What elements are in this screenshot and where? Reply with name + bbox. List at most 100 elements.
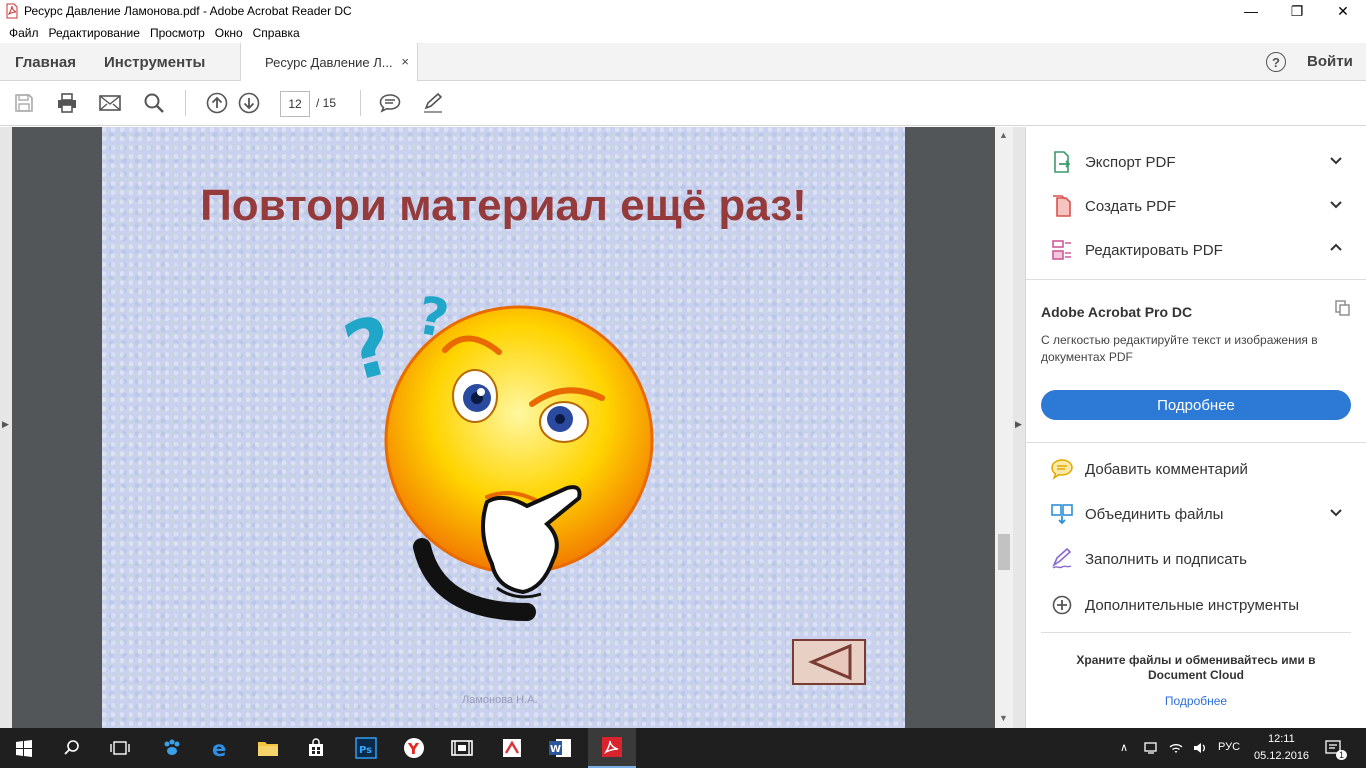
notification-count-badge: 1	[1336, 750, 1348, 760]
toolbar-divider	[185, 90, 186, 116]
chevron-up-icon	[1330, 243, 1342, 251]
chevron-down-icon	[1330, 509, 1342, 517]
back-slide-button[interactable]	[792, 639, 866, 685]
taskbar-app-yandex[interactable]: Y	[390, 728, 438, 768]
left-panel-toggle[interactable]: ▶	[0, 127, 12, 728]
copy-icon[interactable]	[1334, 299, 1352, 317]
thinking-smiley-image: ? ?	[335, 292, 654, 621]
menu-help[interactable]: Справка	[248, 26, 305, 40]
close-tab-icon[interactable]: ×	[401, 54, 409, 69]
start-button[interactable]	[0, 728, 48, 768]
taskbar-app-word[interactable]: W	[536, 728, 584, 768]
more-tools-icon	[1052, 595, 1072, 615]
language-indicator[interactable]: РУС	[1218, 741, 1240, 753]
minimize-button[interactable]: —	[1228, 0, 1274, 22]
nav-bar: Главная Инструменты Ресурс Давление Л...…	[0, 43, 1366, 81]
search-icon[interactable]	[142, 91, 166, 115]
task-view-button[interactable]	[96, 728, 144, 768]
tool-more-tools[interactable]: Дополнительные инструменты	[1026, 585, 1366, 625]
doc-tab-label: Ресурс Давление Л...	[265, 54, 393, 70]
previous-page-icon[interactable]	[205, 91, 229, 115]
pdf-page: Повтори материал ещё раз! ? ? Ламонова Н…	[102, 127, 905, 728]
tool-add-comment[interactable]: Добавить комментарий	[1026, 449, 1366, 489]
menu-bar: Файл Редактирование Просмотр Окно Справк…	[0, 22, 1366, 43]
clock-date[interactable]: 05.12.2016	[1254, 750, 1309, 762]
windows-icon	[16, 740, 32, 757]
svg-text:Y: Y	[407, 740, 420, 758]
combine-files-icon	[1051, 504, 1073, 525]
page-number-input[interactable]: 12	[280, 91, 310, 117]
tool-label: Добавить комментарий	[1085, 461, 1248, 478]
right-panel-toggle[interactable]: ▶	[1013, 127, 1026, 728]
taskbar-app-edge[interactable]: e	[196, 728, 244, 768]
promo-text: С легкостью редактируйте текст и изображ…	[1041, 333, 1318, 364]
comment-icon	[1051, 459, 1073, 480]
acrobat-icon	[602, 737, 622, 757]
panel-divider	[1026, 442, 1366, 443]
help-icon[interactable]: ?	[1266, 52, 1286, 72]
print-icon[interactable]	[55, 91, 79, 115]
tool-export-pdf[interactable]: Экспорт PDF	[1026, 142, 1366, 182]
promo-title: Adobe Acrobat Pro DC	[1041, 304, 1193, 320]
svg-text:W: W	[550, 744, 561, 755]
chevron-down-icon	[1330, 157, 1342, 165]
chevron-right-icon: ▶	[1015, 419, 1022, 429]
tool-label: Редактировать PDF	[1085, 242, 1223, 259]
edge-icon: e	[212, 737, 226, 759]
menu-file[interactable]: Файл	[4, 26, 44, 40]
taskbar-app-acrobat[interactable]	[588, 728, 636, 768]
wifi-icon[interactable]	[1168, 740, 1184, 756]
signin-button[interactable]: Войти	[1307, 53, 1353, 70]
chevron-down-icon	[1330, 201, 1342, 209]
paw-icon	[164, 739, 180, 755]
taskbar-app-paw[interactable]	[148, 728, 196, 768]
svg-text:Ps: Ps	[359, 745, 372, 756]
search-icon	[64, 740, 79, 755]
window-title: Ресурс Давление Ламонова.pdf - Adobe Acr…	[24, 4, 352, 18]
taskbar-app-store[interactable]	[292, 728, 340, 768]
next-page-icon[interactable]	[237, 91, 261, 115]
clock-time[interactable]: 12:11	[1268, 733, 1295, 745]
taskbar-app-photoshop[interactable]: Ps	[342, 728, 390, 768]
window-controls: — ❐ ✕	[1228, 0, 1366, 22]
tab-document[interactable]: Ресурс Давление Л... ×	[240, 43, 418, 81]
scroll-up-icon[interactable]: ▲	[999, 130, 1008, 140]
triangle-left-icon	[808, 643, 852, 681]
tab-tools[interactable]: Инструменты	[104, 43, 205, 81]
learn-more-button[interactable]: Подробнее	[1041, 390, 1351, 420]
volume-icon[interactable]	[1192, 740, 1208, 756]
comment-tool-icon[interactable]	[378, 91, 402, 115]
scrollbar-thumb[interactable]	[998, 534, 1010, 570]
tool-fill-sign[interactable]: Заполнить и подписать	[1026, 539, 1366, 579]
scroll-down-icon[interactable]: ▼	[999, 713, 1008, 723]
close-window-button[interactable]: ✕	[1320, 0, 1366, 22]
taskbar: e Ps Y W ∧ РУС 12:11 05.12.2016 1	[0, 728, 1366, 768]
maximize-button[interactable]: ❐	[1274, 0, 1320, 22]
network-icon[interactable]	[1144, 741, 1160, 755]
taskbar-app-explorer[interactable]	[244, 728, 292, 768]
tool-edit-pdf[interactable]: Редактировать PDF	[1026, 230, 1366, 270]
taskbar-app-video[interactable]	[438, 728, 486, 768]
task-view-icon	[110, 741, 130, 755]
video-editor-icon	[451, 740, 473, 756]
menu-edit[interactable]: Редактирование	[44, 26, 145, 40]
vertical-scrollbar[interactable]: ▲ ▼	[995, 127, 1013, 728]
tab-home[interactable]: Главная	[15, 43, 76, 81]
tool-combine-files[interactable]: Объединить файлы	[1026, 494, 1366, 534]
yandex-icon: Y	[404, 738, 424, 758]
save-icon[interactable]	[12, 91, 36, 115]
highlight-tool-icon[interactable]	[421, 91, 445, 115]
toolbar: 12 / 15	[0, 81, 1366, 126]
edit-pdf-icon	[1052, 240, 1071, 260]
tool-label: Дополнительные инструменты	[1085, 597, 1300, 614]
cloud-learn-more-link[interactable]: Подробнее	[1026, 694, 1366, 708]
tool-create-pdf[interactable]: Создать PDF	[1026, 186, 1366, 226]
menu-window[interactable]: Окно	[210, 26, 248, 40]
create-pdf-icon	[1053, 195, 1071, 217]
taskbar-app-pdf-tool[interactable]	[488, 728, 536, 768]
menu-view[interactable]: Просмотр	[145, 26, 210, 40]
email-icon[interactable]	[98, 91, 122, 115]
tray-chevron-up-icon[interactable]: ∧	[1120, 741, 1128, 754]
search-taskbar-button[interactable]	[48, 728, 96, 768]
document-cloud-text: Храните файлы и обменивайтесь ими в Docu…	[1076, 653, 1316, 682]
